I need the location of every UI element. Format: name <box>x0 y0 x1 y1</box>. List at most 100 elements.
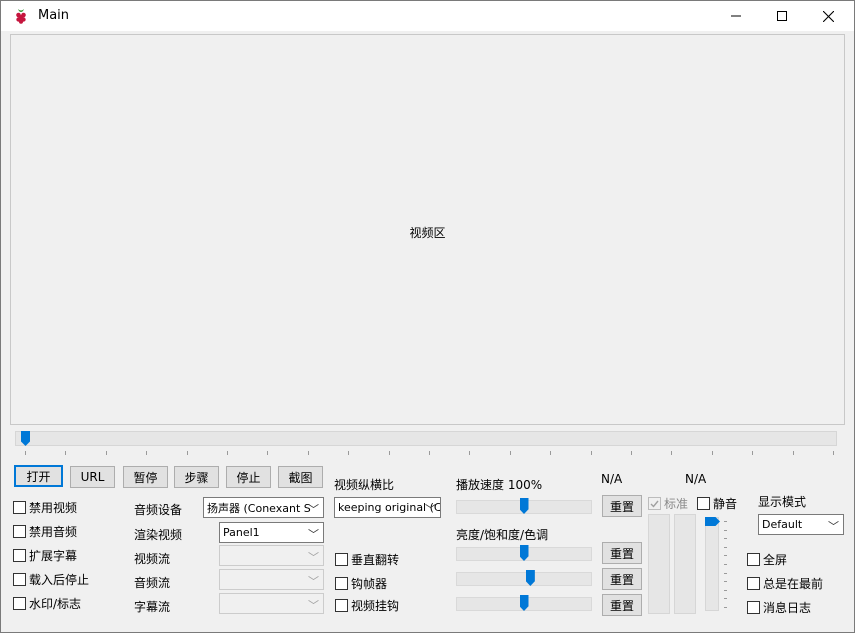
audio-device-select[interactable]: 扬声器 (Conexant S ﹀ <box>203 497 324 518</box>
checkbox-box <box>13 597 26 610</box>
seek-tick <box>105 451 107 455</box>
renderer-value: Panel1 <box>223 526 260 539</box>
audio-stream-label: 音频流 <box>134 576 171 590</box>
display-mode-label: 显示模式 <box>758 495 807 509</box>
stop-after-load-checkbox[interactable]: 载入后停止 <box>13 571 89 588</box>
video-stream-select[interactable]: ﹀ <box>219 545 324 566</box>
seek-tick <box>307 451 309 455</box>
screenshot-button[interactable]: 截图 <box>278 466 323 488</box>
saturation-slider[interactable] <box>456 572 592 586</box>
checkbox-box <box>335 577 348 590</box>
disable-video-checkbox[interactable]: 禁用视频 <box>13 499 77 516</box>
disable-video-label: 禁用视频 <box>29 501 78 515</box>
video-hook-checkbox[interactable]: 视频挂钩 <box>335 597 399 614</box>
level-meter-left <box>648 514 670 614</box>
saturation-reset-button[interactable]: 重置 <box>602 568 642 590</box>
volume-tick <box>724 564 727 565</box>
video-area-label: 视频区 <box>409 226 446 240</box>
display-mode-select[interactable]: Default ﹀ <box>758 514 844 535</box>
volume-tick <box>724 607 727 608</box>
maximize-button[interactable] <box>759 1 805 31</box>
seek-tick <box>227 451 228 455</box>
message-log-checkbox[interactable]: 消息日志 <box>747 599 811 616</box>
title-bar[interactable]: Main <box>1 1 854 31</box>
url-button[interactable]: URL <box>70 466 115 488</box>
checkbox-box <box>13 501 26 514</box>
checkbox-box <box>697 497 710 510</box>
maximize-icon <box>777 11 787 21</box>
stop-after-load-label: 载入后停止 <box>29 573 90 587</box>
close-icon <box>822 10 834 22</box>
seek-tick <box>146 451 148 455</box>
seek-tick <box>348 451 350 455</box>
chevron-down-icon: ﹀ <box>308 503 319 516</box>
seek-ticks <box>25 451 835 457</box>
disable-audio-checkbox[interactable]: 禁用音频 <box>13 523 77 540</box>
chevron-down-icon: ﹀ <box>308 599 319 612</box>
video-stream-label: 视频流 <box>134 552 171 566</box>
seek-tick <box>631 451 632 455</box>
volume-tick <box>724 589 727 591</box>
video-hook-label: 视频挂钩 <box>351 599 400 613</box>
speed-label: 播放速度 100% <box>456 476 542 493</box>
level-meter-right <box>674 514 696 614</box>
brightness-reset-button[interactable]: 重置 <box>602 542 642 564</box>
checkbox-box <box>747 601 760 614</box>
seek-tick <box>671 451 673 455</box>
seek-tick <box>509 451 511 455</box>
subtitle-stream-select[interactable]: ﹀ <box>219 593 324 614</box>
watermark-label: 水印/标志 <box>29 597 82 611</box>
watermark-checkbox[interactable]: 水印/标志 <box>13 595 81 612</box>
disable-audio-label: 禁用音频 <box>29 525 78 539</box>
always-on-top-checkbox[interactable]: 总是在最前 <box>747 575 823 592</box>
aspect-ratio-select[interactable]: keeping original (C ﹀ <box>334 497 441 518</box>
seek-bar[interactable] <box>15 431 837 446</box>
speed-label-text: 播放速度 <box>456 478 505 492</box>
minimize-button[interactable] <box>713 1 759 31</box>
chevron-down-icon: ﹀ <box>308 528 319 541</box>
volume-tick <box>724 581 727 583</box>
volume-tick <box>724 521 727 522</box>
extend-subtitles-label: 扩展字幕 <box>29 549 78 563</box>
video-area[interactable]: 视频区 <box>10 34 845 425</box>
renderer-select[interactable]: Panel1 ﹀ <box>219 522 324 543</box>
checkbox-box <box>13 549 26 562</box>
color-adjust-label: 亮度/饱和度/色调 <box>456 528 549 542</box>
stop-button[interactable]: 停止 <box>226 466 271 488</box>
hue-reset-button[interactable]: 重置 <box>602 594 642 616</box>
chevron-down-icon: ﹀ <box>308 575 319 588</box>
minimize-icon <box>731 15 741 17</box>
seek-tick <box>469 451 471 455</box>
checkbox-box <box>13 525 26 538</box>
volume-tick <box>724 546 727 548</box>
open-button[interactable]: 打开 <box>14 465 63 487</box>
checkbox-box <box>747 553 760 566</box>
seek-tick <box>792 451 794 455</box>
speed-reset-button[interactable]: 重置 <box>602 495 642 517</box>
standard-checkbox[interactable]: 标准 <box>648 495 688 512</box>
checkmark-icon <box>650 500 659 508</box>
close-button[interactable] <box>805 1 851 31</box>
volume-tick <box>724 598 727 600</box>
seek-tick <box>429 451 430 455</box>
chevron-down-icon: ﹀ <box>308 551 319 564</box>
aspect-ratio-label: 视频纵横比 <box>334 478 395 492</box>
message-log-label: 消息日志 <box>763 601 812 615</box>
extend-subtitles-checkbox[interactable]: 扩展字幕 <box>13 547 77 564</box>
mute-label: 静音 <box>713 497 738 511</box>
checkbox-box <box>335 599 348 612</box>
audio-stream-select[interactable]: ﹀ <box>219 569 324 590</box>
frame-hook-checkbox[interactable]: 钩帧器 <box>335 575 387 592</box>
speed-value: 100% <box>507 478 543 492</box>
seek-tick <box>267 451 269 455</box>
step-button[interactable]: 步骤 <box>174 466 219 488</box>
fullscreen-checkbox[interactable]: 全屏 <box>747 551 787 568</box>
seek-tick <box>550 451 552 455</box>
seek-tick <box>590 451 592 455</box>
vertical-flip-checkbox[interactable]: 垂直翻转 <box>335 551 399 568</box>
seek-tick <box>388 451 390 455</box>
volume-tick <box>724 529 727 531</box>
pause-button[interactable]: 暂停 <box>123 466 168 488</box>
mute-checkbox[interactable]: 静音 <box>697 495 737 512</box>
volume-slider[interactable] <box>705 517 719 611</box>
